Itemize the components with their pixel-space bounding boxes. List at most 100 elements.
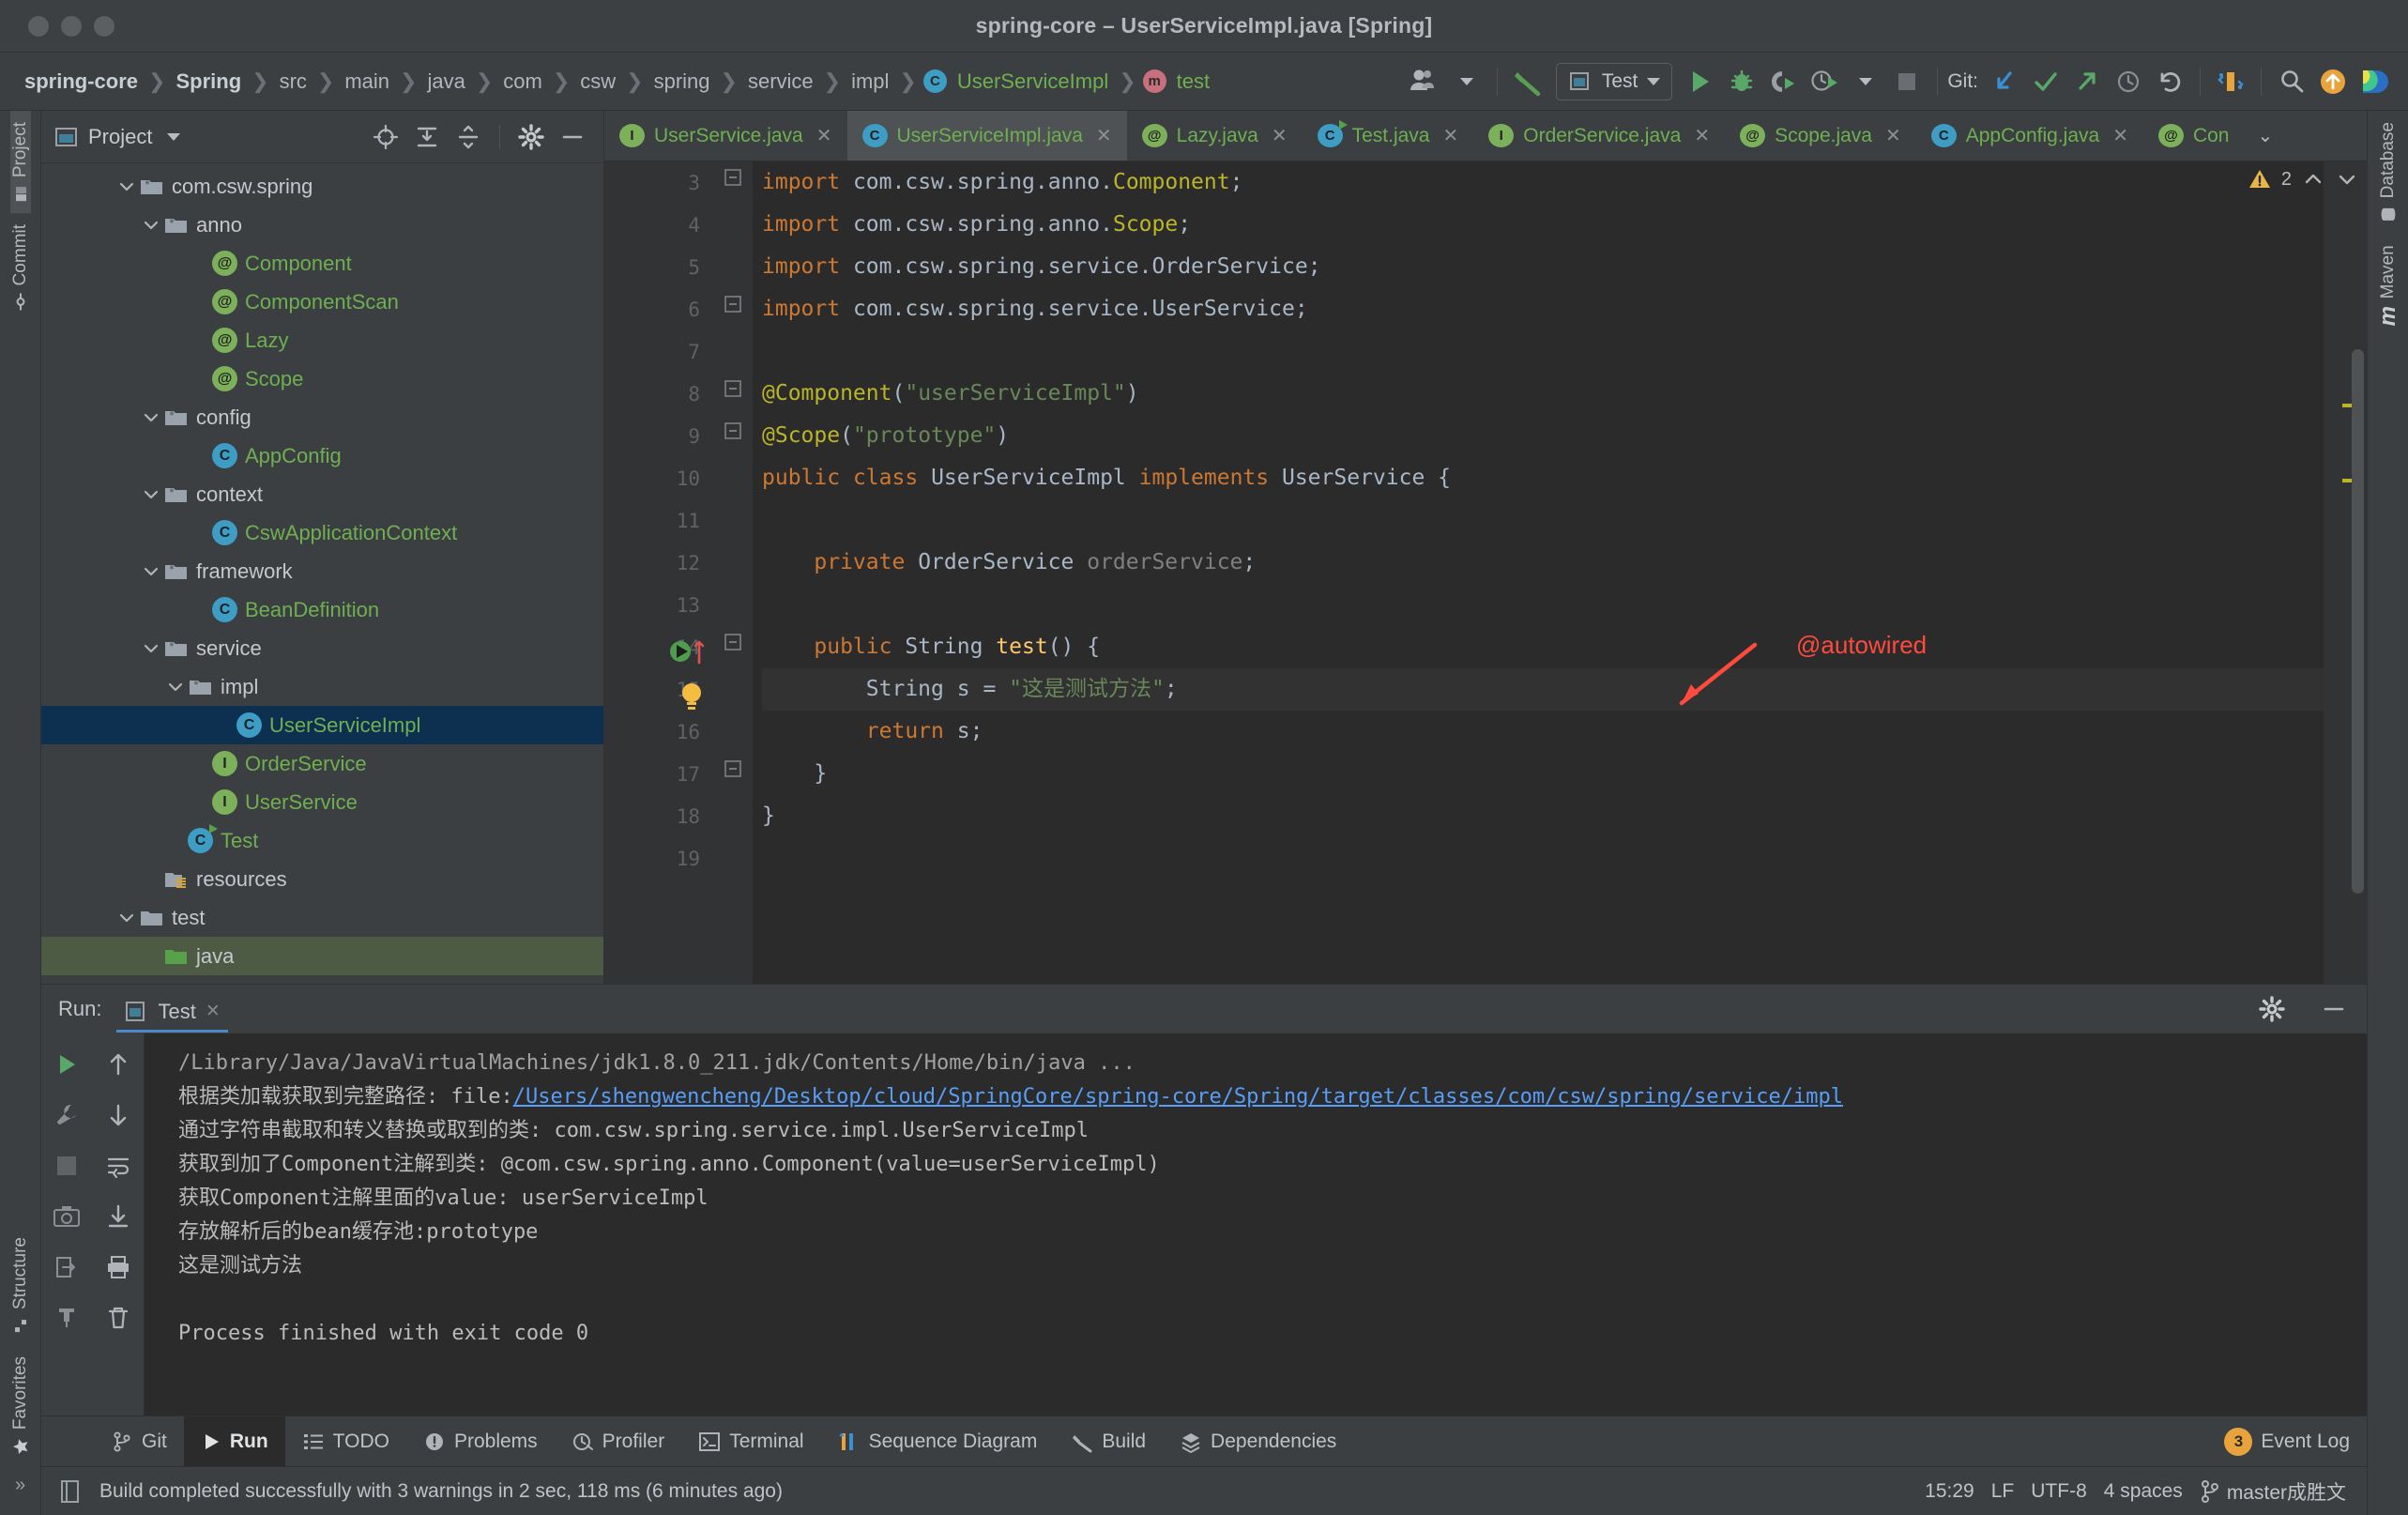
breadcrumb-item-spring-pkg[interactable]: spring bbox=[650, 69, 714, 94]
editor-tab-scope[interactable]: @ Scope.java ✕ bbox=[1725, 111, 1916, 161]
breadcrumb-item-service[interactable]: service bbox=[744, 69, 817, 94]
code-folding-gutter[interactable] bbox=[670, 161, 753, 984]
print-icon[interactable] bbox=[97, 1246, 140, 1289]
clear-all-icon[interactable] bbox=[97, 1296, 140, 1339]
tree-item-impl[interactable]: impl bbox=[41, 667, 603, 706]
pin-icon[interactable] bbox=[45, 1296, 88, 1339]
ide-icon[interactable] bbox=[2354, 61, 2395, 102]
code-line[interactable] bbox=[762, 499, 2324, 542]
sidebar-item-structure[interactable]: Structure bbox=[10, 1226, 31, 1345]
tree-item-componentscan[interactable]: @ ComponentScan bbox=[41, 283, 603, 321]
tree-item-orderservice[interactable]: I OrderService bbox=[41, 744, 603, 783]
minimize-icon[interactable] bbox=[2318, 993, 2350, 1025]
stop-button[interactable] bbox=[1886, 61, 1928, 102]
breadcrumb-item-com[interactable]: com bbox=[499, 69, 546, 94]
git-push-icon[interactable] bbox=[2066, 61, 2108, 102]
layout-icon[interactable] bbox=[2210, 61, 2251, 102]
editor-tab-test[interactable]: C Test.java ✕ bbox=[1303, 111, 1474, 161]
close-window-button[interactable] bbox=[28, 15, 49, 37]
sidebar-item-project[interactable]: Project bbox=[9, 111, 31, 214]
code-line[interactable] bbox=[762, 330, 2324, 373]
tree-item-userservice[interactable]: I UserService bbox=[41, 783, 603, 821]
run-button[interactable] bbox=[1680, 61, 1721, 102]
tree-item-service[interactable]: service bbox=[41, 629, 603, 667]
update-icon[interactable] bbox=[2312, 61, 2354, 102]
window-controls[interactable] bbox=[0, 15, 114, 37]
breadcrumb-item-impl[interactable]: impl bbox=[847, 69, 892, 94]
build-hammer-icon[interactable] bbox=[1507, 61, 1548, 102]
locate-icon[interactable] bbox=[370, 121, 402, 153]
code-line[interactable]: public class UserServiceImpl implements … bbox=[762, 457, 2324, 499]
editor-tab-orderservice[interactable]: I OrderService.java ✕ bbox=[1473, 111, 1725, 161]
wrench-icon[interactable] bbox=[45, 1094, 88, 1137]
status-encoding[interactable]: UTF-8 bbox=[2031, 1480, 2087, 1503]
sidebar-item-favorites[interactable]: Favorites bbox=[10, 1345, 31, 1467]
breadcrumb-item-src[interactable]: src bbox=[276, 69, 311, 94]
tree-item-test[interactable]: C Test bbox=[41, 821, 603, 860]
status-indent[interactable]: 4 spaces bbox=[2104, 1480, 2183, 1503]
console-link[interactable]: /Users/shengwencheng/Desktop/cloud/Sprin… bbox=[513, 1085, 1843, 1109]
scroll-to-end-icon[interactable] bbox=[97, 1195, 140, 1238]
chevron-down-icon[interactable] bbox=[139, 406, 163, 430]
search-icon[interactable] bbox=[2271, 61, 2312, 102]
chevron-down-icon[interactable] bbox=[139, 559, 163, 584]
code-line[interactable]: private OrderService orderService; bbox=[762, 542, 2324, 584]
chevron-down-icon[interactable] bbox=[139, 482, 163, 507]
git-rollback-icon[interactable] bbox=[2149, 61, 2190, 102]
bottom-tool-profiler[interactable]: Profiler bbox=[555, 1416, 682, 1466]
editor-tab-userservice[interactable]: I UserService.java ✕ bbox=[604, 111, 847, 161]
bottom-tool-event-log[interactable]: 3 Event Log bbox=[2207, 1416, 2367, 1466]
breadcrumb-item-userserviceimpl[interactable]: C UserServiceImpl bbox=[922, 69, 1112, 94]
close-tab-icon[interactable]: ✕ bbox=[2112, 124, 2128, 147]
avatar-dropdown-icon[interactable] bbox=[1446, 61, 1487, 102]
git-update-icon[interactable] bbox=[1984, 61, 2025, 102]
code-line[interactable]: String s = "这是测试方法"; bbox=[762, 668, 2324, 711]
camera-icon[interactable] bbox=[45, 1195, 88, 1238]
editor-markup-bar[interactable] bbox=[2324, 161, 2367, 984]
tree-item-anno[interactable]: anno bbox=[41, 206, 603, 244]
debug-button[interactable] bbox=[1721, 61, 1762, 102]
gear-icon[interactable] bbox=[515, 121, 547, 153]
chevron-down-icon[interactable] bbox=[139, 636, 163, 661]
bottom-tool-git[interactable]: Git bbox=[94, 1416, 184, 1466]
run-tab-test[interactable]: Test ✕ bbox=[116, 992, 228, 1033]
tree-item-test[interactable]: test bbox=[41, 898, 603, 937]
code-editor[interactable]: 345678910111213141516171819 bbox=[604, 161, 2367, 984]
chevron-down-icon[interactable] bbox=[114, 175, 139, 199]
editor-scrollbar[interactable] bbox=[2352, 349, 2364, 894]
tree-item-cswapplicationcontext[interactable]: C CswApplicationContext bbox=[41, 513, 603, 552]
stop-icon[interactable] bbox=[45, 1144, 88, 1187]
editor-tab-userserviceimpl[interactable]: C UserServiceImpl.java ✕ bbox=[846, 111, 1127, 161]
close-icon[interactable]: ✕ bbox=[206, 1001, 221, 1022]
close-tab-icon[interactable]: ✕ bbox=[1096, 124, 1112, 147]
bottom-tool-problems[interactable]: Problems bbox=[406, 1416, 555, 1466]
tree-item-framework[interactable]: framework bbox=[41, 552, 603, 590]
inspection-status[interactable]: 2 bbox=[2248, 167, 2359, 191]
tree-item-resources[interactable]: resources bbox=[41, 860, 603, 898]
editor-tab-con[interactable]: @ Con bbox=[2143, 111, 2245, 161]
code-line[interactable]: return s; bbox=[762, 711, 2324, 753]
sidebar-item-maven[interactable]: m Maven bbox=[2375, 234, 2401, 337]
code-line[interactable]: import com.csw.spring.service.UserServic… bbox=[762, 288, 2324, 330]
gear-icon[interactable] bbox=[2256, 993, 2288, 1025]
editor-tabs[interactable]: I UserService.java ✕ C UserServiceImpl.java ✕… bbox=[604, 111, 2367, 161]
chevron-down-icon[interactable] bbox=[114, 906, 139, 930]
code-line[interactable] bbox=[762, 584, 2324, 626]
breadcrumb-item-test-method[interactable]: m test bbox=[1142, 69, 1213, 94]
more-tabs-icon[interactable]: ⌄ bbox=[2244, 111, 2286, 161]
code-line[interactable]: public String test() { bbox=[762, 626, 2324, 668]
profile-button[interactable] bbox=[1804, 61, 1845, 102]
tree-item-lazy[interactable]: @ Lazy bbox=[41, 321, 603, 360]
sidebar-item-database[interactable]: Database bbox=[2378, 111, 2399, 234]
scroll-down-icon[interactable] bbox=[97, 1094, 140, 1137]
tree-item-com-csw-spring[interactable]: com.csw.spring bbox=[41, 167, 603, 206]
git-history-icon[interactable] bbox=[2108, 61, 2149, 102]
user-avatar-icon[interactable] bbox=[1405, 61, 1446, 102]
breadcrumb-item-main[interactable]: main bbox=[341, 69, 393, 94]
collapse-all-icon[interactable] bbox=[452, 121, 484, 153]
status-line-separator[interactable]: LF bbox=[1991, 1480, 2015, 1503]
expand-all-icon[interactable] bbox=[411, 121, 443, 153]
breadcrumb-item-spring-core[interactable]: spring-core bbox=[21, 69, 142, 94]
close-tab-icon[interactable]: ✕ bbox=[1442, 124, 1458, 147]
chevron-down-icon[interactable] bbox=[167, 132, 181, 141]
